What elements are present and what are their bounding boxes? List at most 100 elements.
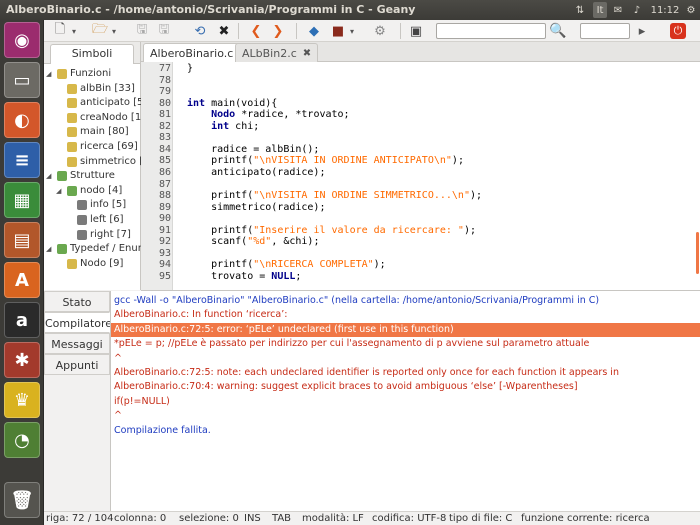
open-file-icon[interactable]: 🗁 (92, 22, 108, 39)
expander-arrow-icon[interactable]: ◢ (46, 169, 54, 183)
power-gear-icon[interactable]: ⚙ (684, 2, 698, 18)
tree-item[interactable]: ◢ Typedef / Enum (46, 242, 147, 256)
mail-icon[interactable]: ✉ (611, 2, 625, 18)
tree-item[interactable]: right [7] (66, 228, 131, 242)
expander-arrow-icon[interactable]: ◢ (46, 67, 54, 81)
sidebar-tabs: Simboli (44, 42, 140, 64)
status-row: riga: 72 / 104 (46, 513, 114, 524)
code-editor[interactable]: 77 78 79 80 81 82 83 84 85 86 87 88 89 90 91 92 93 94 95 }… (141, 62, 700, 290)
new-file-icon[interactable]: 🗋 (52, 22, 68, 39)
func-symbol-icon (67, 83, 77, 94)
code-token: int (187, 97, 206, 109)
compiler-line[interactable]: ^ (114, 352, 122, 366)
save-icon[interactable]: 🖫 (134, 22, 150, 39)
system-monitor-icon[interactable]: ◔ (4, 422, 40, 458)
message-window-tabs: Stato Compilatore Messaggi Appunti (44, 291, 112, 511)
build-chevron-icon[interactable]: ▾ (348, 23, 356, 39)
search-input[interactable] (436, 23, 546, 39)
fold-margin[interactable] (174, 62, 184, 290)
settings-icon[interactable]: ✱ (4, 342, 40, 378)
amazon-icon[interactable]: a (4, 302, 40, 338)
editor-scrollbar[interactable] (696, 62, 700, 290)
code-token: trovato = (187, 270, 272, 282)
compiler-line[interactable]: ^ (114, 409, 122, 423)
tab-stato[interactable]: Stato (44, 291, 110, 312)
save-all-icon[interactable]: 🖫 (156, 22, 172, 39)
compiler-line[interactable]: Compilazione fallita. (114, 424, 211, 438)
recent-files-chevron-icon[interactable]: ▾ (110, 23, 118, 39)
expander-arrow-icon[interactable]: ◢ (56, 184, 64, 198)
tab-simboli[interactable]: Simboli (50, 44, 134, 64)
compiler-line[interactable]: AlberoBinario.c: In function ‘ricerca’: (114, 308, 287, 322)
clock[interactable]: 11:12 (650, 2, 680, 18)
compiler-line-selected[interactable]: AlberoBinario.c:72:5: error: ‘pELe’ unde… (111, 322, 700, 337)
compiler-line[interactable]: if(p!=NULL) (114, 395, 170, 409)
tree-item[interactable]: Nodo [9] (56, 257, 123, 271)
tree-item[interactable]: albBin [33] (56, 82, 135, 96)
line-number: 84 (158, 143, 171, 155)
tree-item[interactable]: ricerca [69] (56, 140, 138, 154)
code-token: ); (469, 190, 483, 202)
func-symbol-icon (67, 258, 77, 269)
compiler-line[interactable]: AlberoBinario.c:70:4: warning: suggest e… (114, 380, 578, 394)
tree-item[interactable]: ◢ Strutture (46, 169, 115, 183)
goto-line-input[interactable] (580, 23, 630, 39)
editor-tab-bar: AlberoBinario.c ✖ ALbBin2.c ✖ (141, 42, 700, 62)
tree-item-label: Typedef / Enum (70, 243, 148, 255)
writer-icon[interactable]: ≡ (4, 142, 40, 178)
goto-line-icon[interactable]: ▸ (634, 23, 650, 39)
expander-arrow-icon[interactable]: ◢ (46, 242, 54, 256)
line-number: 77 (158, 63, 171, 74)
trash-icon[interactable]: 🗑 (4, 482, 40, 518)
files-icon[interactable]: ▭ (4, 62, 40, 98)
line-number: 95 (158, 270, 171, 282)
code-token: simmetrico(radice); (187, 201, 326, 213)
firefox-icon[interactable]: ◐ (4, 102, 40, 138)
statusbar: riga: 72 / 104 colonna: 0 selezione: 0 I… (44, 511, 700, 525)
code-token: main(void){ (205, 97, 278, 109)
build-icon[interactable]: ■ (330, 23, 346, 39)
folder-symbol-icon (57, 69, 67, 79)
compiler-line[interactable]: AlberoBinario.c:72:5: note: each undecla… (114, 366, 619, 380)
reload-icon[interactable]: ⟲ (192, 23, 208, 39)
close-file-icon[interactable]: ✖ (216, 23, 232, 39)
tab-compilatore[interactable]: Compilatore (44, 312, 112, 333)
geany-icon[interactable]: ♛ (4, 382, 40, 418)
code-token: anticipato(radice); (187, 166, 326, 178)
tree-item[interactable]: ◢ nodo [4] (56, 184, 122, 198)
search-icon[interactable]: 🔍 (549, 23, 566, 39)
tree-item[interactable]: left [6] (66, 213, 124, 227)
color-chooser-icon[interactable]: ▣ (408, 23, 424, 39)
compiler-line[interactable]: gcc -Wall -o "AlberoBinario" "AlberoBina… (114, 294, 599, 308)
member-symbol-icon (77, 200, 87, 211)
compiler-output[interactable]: gcc -Wall -o "AlberoBinario" "AlberoBina… (110, 291, 700, 511)
network-icon[interactable]: ⇅ (573, 2, 587, 18)
tree-item[interactable]: anticipato [51] (56, 96, 154, 110)
tree-item[interactable]: info [5] (66, 198, 126, 212)
close-tab-icon[interactable]: ✖ (303, 45, 311, 62)
tree-item[interactable]: main [80] (56, 125, 129, 139)
code-token: ); (451, 155, 464, 167)
forward-icon[interactable]: ❯ (270, 23, 286, 39)
compile-icon[interactable]: ◆ (306, 23, 322, 39)
compiler-line[interactable]: *pELe = p; //pELe è passato per indirizz… (114, 337, 589, 351)
scrollbar-thumb[interactable] (696, 232, 699, 274)
window-title: AlberoBinario.c - /home/antonio/Scrivani… (6, 3, 416, 16)
quit-icon[interactable]: ⏻ (670, 23, 686, 39)
tree-item[interactable]: ◢ Funzioni (46, 67, 111, 81)
keyboard-layout-indicator[interactable]: It (593, 2, 607, 18)
tree-item-label: Nodo [9] (80, 257, 124, 269)
new-from-template-chevron-icon[interactable]: ▾ (70, 23, 78, 39)
tab-albbin2[interactable]: ALbBin2.c ✖ (235, 43, 319, 62)
volume-icon[interactable]: ♪ (630, 2, 644, 18)
ubuntu-dash-icon[interactable]: ◉ (4, 22, 40, 58)
impress-icon[interactable]: ▤ (4, 222, 40, 258)
tab-messaggi[interactable]: Messaggi (44, 333, 110, 354)
tree-item[interactable]: creaNodo [12] (56, 111, 151, 125)
run-icon[interactable]: ⚙ (372, 23, 388, 39)
calc-icon[interactable]: ▦ (4, 182, 40, 218)
back-icon[interactable]: ❮ (248, 23, 264, 39)
software-center-icon[interactable]: A (4, 262, 40, 298)
code-token: "\nRICERCA COMPLETA" (253, 259, 374, 271)
tab-appunti[interactable]: Appunti (44, 354, 110, 375)
